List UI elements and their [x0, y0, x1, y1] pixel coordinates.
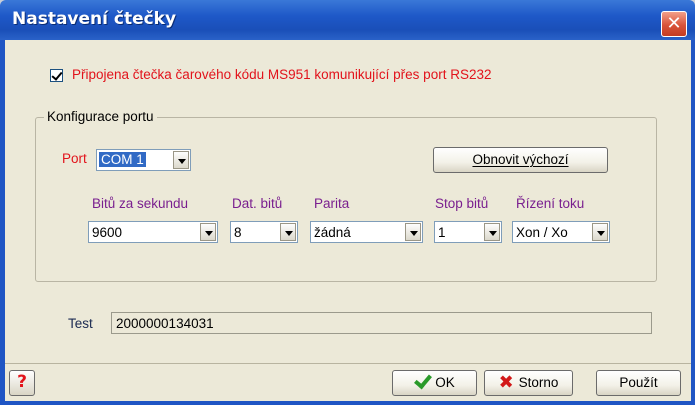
cancel-x-icon: ✖: [498, 372, 514, 394]
port-config-group-label: Konfigurace portu: [44, 109, 157, 124]
close-button[interactable]: ✕: [661, 11, 687, 37]
flow-control-value: Xon / Xo: [516, 225, 568, 240]
port-select[interactable]: COM 1: [96, 149, 191, 171]
baud-rate-value: 9600: [92, 225, 123, 240]
test-input-value: 2000000134031: [116, 316, 214, 331]
ok-button-label: OK: [435, 375, 455, 390]
parity-label: Parita: [314, 196, 350, 211]
dialog-window: Nastavení čtečky ✕ Připojena čtečka čaro…: [0, 0, 695, 405]
ok-button[interactable]: OK: [392, 370, 477, 396]
data-bits-select[interactable]: 8: [230, 221, 298, 243]
data-bits-label: Dat. bitů: [232, 196, 283, 211]
parity-value: žádná: [314, 225, 351, 240]
chevron-down-icon[interactable]: [484, 223, 500, 241]
cancel-button[interactable]: ✖ Storno: [484, 370, 573, 396]
reader-enabled-label[interactable]: Připojena čtečka čarového kódu MS951 kom…: [72, 67, 491, 82]
parity-select[interactable]: žádná: [310, 221, 423, 243]
dialog-footer: [5, 363, 691, 401]
stop-bits-value: 1: [438, 225, 446, 240]
apply-button-label: Použít: [619, 375, 658, 390]
stop-bits-label: Stop bitů: [435, 196, 489, 211]
window-frame-bottom: [0, 401, 695, 405]
port-select-value: COM 1: [99, 152, 146, 167]
chevron-down-icon[interactable]: [592, 223, 608, 241]
baud-rate-label: Bitů za sekundu: [92, 196, 189, 211]
help-button[interactable]: ?: [9, 370, 35, 396]
window-frame-right: [691, 40, 695, 405]
chevron-down-icon[interactable]: [173, 151, 189, 169]
help-icon: ?: [10, 372, 34, 393]
chevron-down-icon[interactable]: [280, 223, 296, 241]
stop-bits-select[interactable]: 1: [434, 221, 502, 243]
reset-defaults-button-label: Obnovit výchozí: [472, 152, 569, 167]
flow-control-label: Řízení toku: [516, 196, 585, 211]
flow-control-select[interactable]: Xon / Xo: [512, 221, 610, 243]
chevron-down-icon[interactable]: [405, 223, 421, 241]
port-label: Port: [62, 151, 87, 166]
test-input[interactable]: 2000000134031: [111, 312, 652, 334]
baud-rate-select[interactable]: 9600: [88, 221, 218, 243]
title-bar[interactable]: Nastavení čtečky ✕: [0, 0, 695, 40]
reset-defaults-button[interactable]: Obnovit výchozí: [433, 147, 608, 173]
cancel-button-label: Storno: [518, 375, 559, 390]
chevron-down-icon[interactable]: [200, 223, 216, 241]
window-title: Nastavení čtečky: [12, 9, 177, 29]
check-icon: [414, 375, 430, 387]
apply-button[interactable]: Použít: [596, 370, 681, 396]
data-bits-value: 8: [234, 225, 242, 240]
test-label: Test: [68, 316, 93, 331]
reader-enabled-checkbox[interactable]: [50, 69, 63, 82]
